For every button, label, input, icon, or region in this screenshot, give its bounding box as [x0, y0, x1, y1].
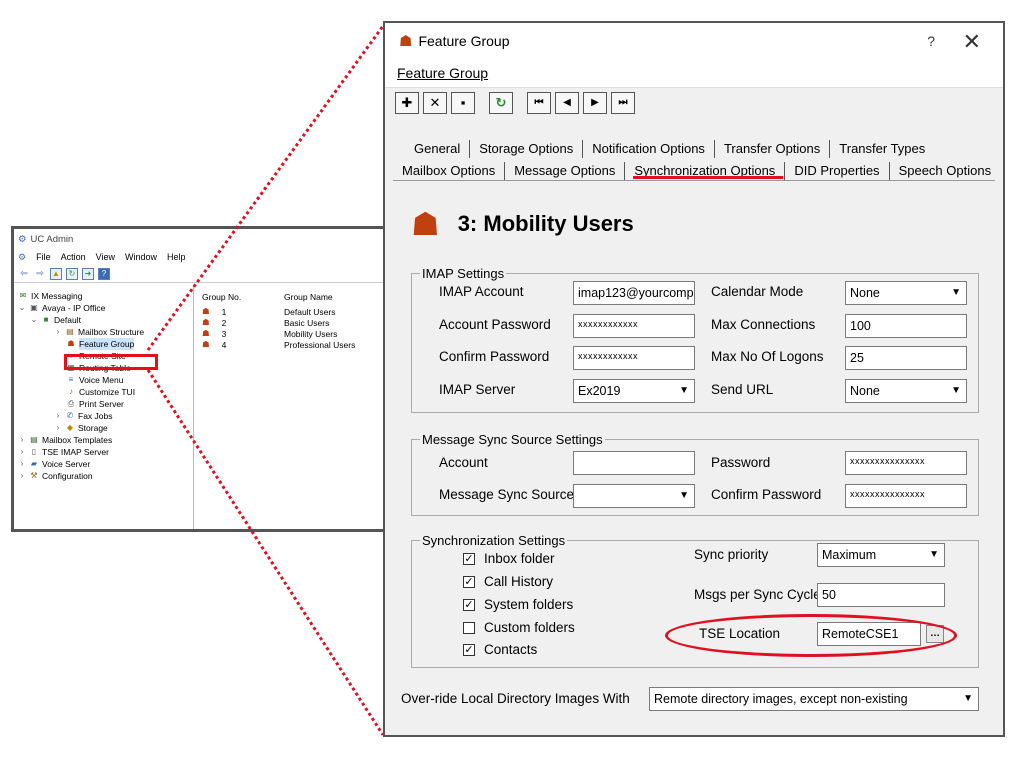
- help-button[interactable]: ?: [927, 33, 935, 49]
- delete-icon[interactable]: ✕: [423, 91, 447, 114]
- refresh-icon[interactable]: ↻: [489, 91, 513, 114]
- override-directory-images-label: Over-ride Local Directory Images With: [401, 691, 630, 706]
- callout-line-bottom: [146, 369, 385, 736]
- confirm-password-label: Confirm Password: [439, 349, 550, 364]
- message-sync-legend: Message Sync Source Settings: [422, 432, 603, 447]
- msgs-per-sync-cycle-field[interactable]: 50: [817, 583, 945, 607]
- imap-server-select[interactable]: Ex2019: [573, 379, 695, 403]
- close-button[interactable]: ✕: [963, 29, 981, 55]
- system-folders-checkbox[interactable]: ✓ System folders: [463, 597, 573, 612]
- msgs-per-sync-cycle-label: Msgs per Sync Cycle: [694, 587, 821, 602]
- active-tab-underline: [633, 176, 783, 179]
- tab-general[interactable]: General: [405, 140, 469, 158]
- call-history-checkbox[interactable]: ✓ Call History: [463, 574, 553, 589]
- checkbox-unchecked-icon: [463, 621, 475, 634]
- tab-panel-border: [393, 180, 995, 181]
- checkbox-label: System folders: [484, 597, 574, 612]
- sync-account-field[interactable]: [573, 451, 695, 475]
- tab-storage-options[interactable]: Storage Options: [469, 140, 582, 158]
- imap-account-field[interactable]: imap123@yourcompan: [573, 281, 695, 305]
- contacts-checkbox[interactable]: ✓ Contacts: [463, 642, 537, 657]
- sync-priority-label: Sync priority: [694, 547, 769, 562]
- checkbox-label: Contacts: [484, 642, 538, 657]
- sync-account-label: Account: [439, 455, 488, 470]
- tab-did-properties[interactable]: DID Properties: [784, 162, 888, 180]
- sync-priority-select[interactable]: Maximum: [817, 543, 945, 567]
- checkbox-checked-icon: ✓: [463, 598, 475, 611]
- imap-account-label: IMAP Account: [439, 284, 524, 299]
- first-record-icon[interactable]: ⏮: [527, 91, 551, 114]
- previous-record-icon[interactable]: ◀: [555, 91, 579, 114]
- calendar-mode-label: Calendar Mode: [711, 284, 804, 299]
- dialog-menubar: Feature Group: [385, 59, 1003, 87]
- feature-group-icon: ☗: [411, 206, 440, 242]
- inbox-folder-checkbox[interactable]: ✓ Inbox folder: [463, 551, 555, 566]
- sync-confirm-password-label: Confirm Password: [711, 487, 822, 502]
- dialog-titlebar: ☗ Feature Group ? ✕: [385, 23, 1003, 59]
- feature-group-icon: ☗: [399, 33, 413, 50]
- calendar-mode-select[interactable]: None: [845, 281, 967, 305]
- tse-location-highlight: [665, 614, 957, 657]
- checkbox-checked-icon: ✓: [463, 575, 475, 588]
- account-password-label: Account Password: [439, 317, 551, 332]
- sync-password-label: Password: [711, 455, 771, 470]
- sync-password-field[interactable]: xxxxxxxxxxxxxxx: [845, 451, 967, 475]
- message-sync-source-select[interactable]: [573, 484, 695, 508]
- feature-group-dialog: ☗ Feature Group ? ✕ Feature Group ✚ ✕ ▪ …: [383, 21, 1005, 737]
- save-icon[interactable]: ▪: [451, 91, 475, 114]
- checkbox-label: Inbox folder: [484, 551, 555, 566]
- tab-speech-options[interactable]: Speech Options: [888, 162, 1001, 180]
- tab-notification-options[interactable]: Notification Options: [582, 140, 714, 158]
- imap-server-label: IMAP Server: [439, 382, 516, 397]
- tab-mailbox-options[interactable]: Mailbox Options: [393, 162, 504, 180]
- group-header: ☗ 3: Mobility Users: [411, 205, 634, 243]
- max-connections-label: Max Connections: [711, 317, 816, 332]
- synchronization-settings-legend: Synchronization Settings: [422, 533, 566, 548]
- checkbox-label: Custom folders: [484, 620, 575, 635]
- message-sync-source-label: Message Sync Source: [439, 487, 575, 502]
- custom-folders-checkbox[interactable]: Custom folders: [463, 620, 575, 635]
- callout-line-top: [146, 25, 385, 351]
- send-url-select[interactable]: None: [845, 379, 967, 403]
- confirm-password-field[interactable]: xxxxxxxxxxxx: [573, 346, 695, 370]
- sync-confirm-password-field[interactable]: xxxxxxxxxxxxxxx: [845, 484, 967, 508]
- add-icon[interactable]: ✚: [395, 91, 419, 114]
- dialog-toolbar: ✚ ✕ ▪ ↻ ⏮ ◀ ▶ ⏭: [385, 87, 1003, 117]
- tab-strip: General Storage Options Notification Opt…: [385, 136, 1003, 180]
- checkbox-label: Call History: [484, 574, 554, 589]
- checkbox-checked-icon: ✓: [463, 643, 475, 656]
- max-logons-field[interactable]: 25: [845, 346, 967, 370]
- menu-feature-group[interactable]: Feature Group: [397, 65, 488, 81]
- dialog-title: Feature Group: [418, 33, 510, 49]
- group-title: 3: Mobility Users: [457, 211, 634, 236]
- tab-transfer-types[interactable]: Transfer Types: [829, 140, 934, 158]
- account-password-field[interactable]: xxxxxxxxxxxx: [573, 314, 695, 338]
- imap-settings-legend: IMAP Settings: [422, 266, 505, 281]
- checkbox-checked-icon: ✓: [463, 552, 475, 565]
- tab-message-options[interactable]: Message Options: [504, 162, 624, 180]
- override-directory-images-select[interactable]: Remote directory images, except non-exis…: [649, 687, 979, 711]
- tab-row-1: General Storage Options Notification Opt…: [385, 136, 1003, 158]
- next-record-icon[interactable]: ▶: [583, 91, 607, 114]
- send-url-label: Send URL: [711, 382, 774, 397]
- max-logons-label: Max No Of Logons: [711, 349, 824, 364]
- last-record-icon[interactable]: ⏭: [611, 91, 635, 114]
- tab-transfer-options[interactable]: Transfer Options: [713, 140, 829, 158]
- max-connections-field[interactable]: 100: [845, 314, 967, 338]
